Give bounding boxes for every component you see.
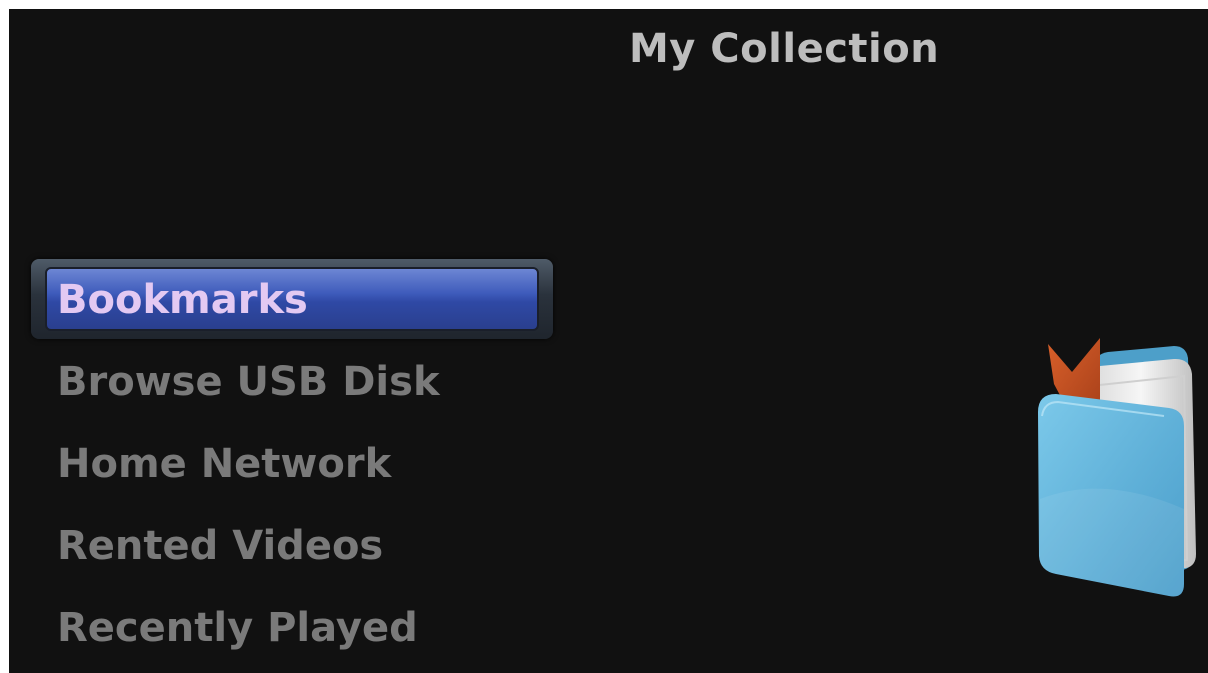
- menu-item-home-network[interactable]: Home Network: [31, 423, 553, 505]
- media-screen: My Collection Bookmarks Browse USB Disk …: [9, 9, 1208, 673]
- menu-item-label: Browse USB Disk: [57, 359, 440, 405]
- menu-item-label: Recently Played: [57, 605, 418, 651]
- menu-item-recently-played[interactable]: Recently Played: [31, 587, 553, 669]
- menu-item-bookmarks[interactable]: Bookmarks: [31, 259, 553, 341]
- menu-item-label: Home Network: [57, 441, 392, 487]
- book-with-bookmark-icon: [1038, 338, 1196, 597]
- menu-item-label: Rented Videos: [57, 523, 384, 569]
- collection-menu: Bookmarks Browse USB Disk Home Network R…: [31, 259, 553, 669]
- menu-item-browse-usb-disk[interactable]: Browse USB Disk: [31, 341, 553, 423]
- menu-item-rented-videos[interactable]: Rented Videos: [31, 505, 553, 587]
- page-title: My Collection: [629, 26, 940, 72]
- menu-item-label: Bookmarks: [57, 277, 308, 323]
